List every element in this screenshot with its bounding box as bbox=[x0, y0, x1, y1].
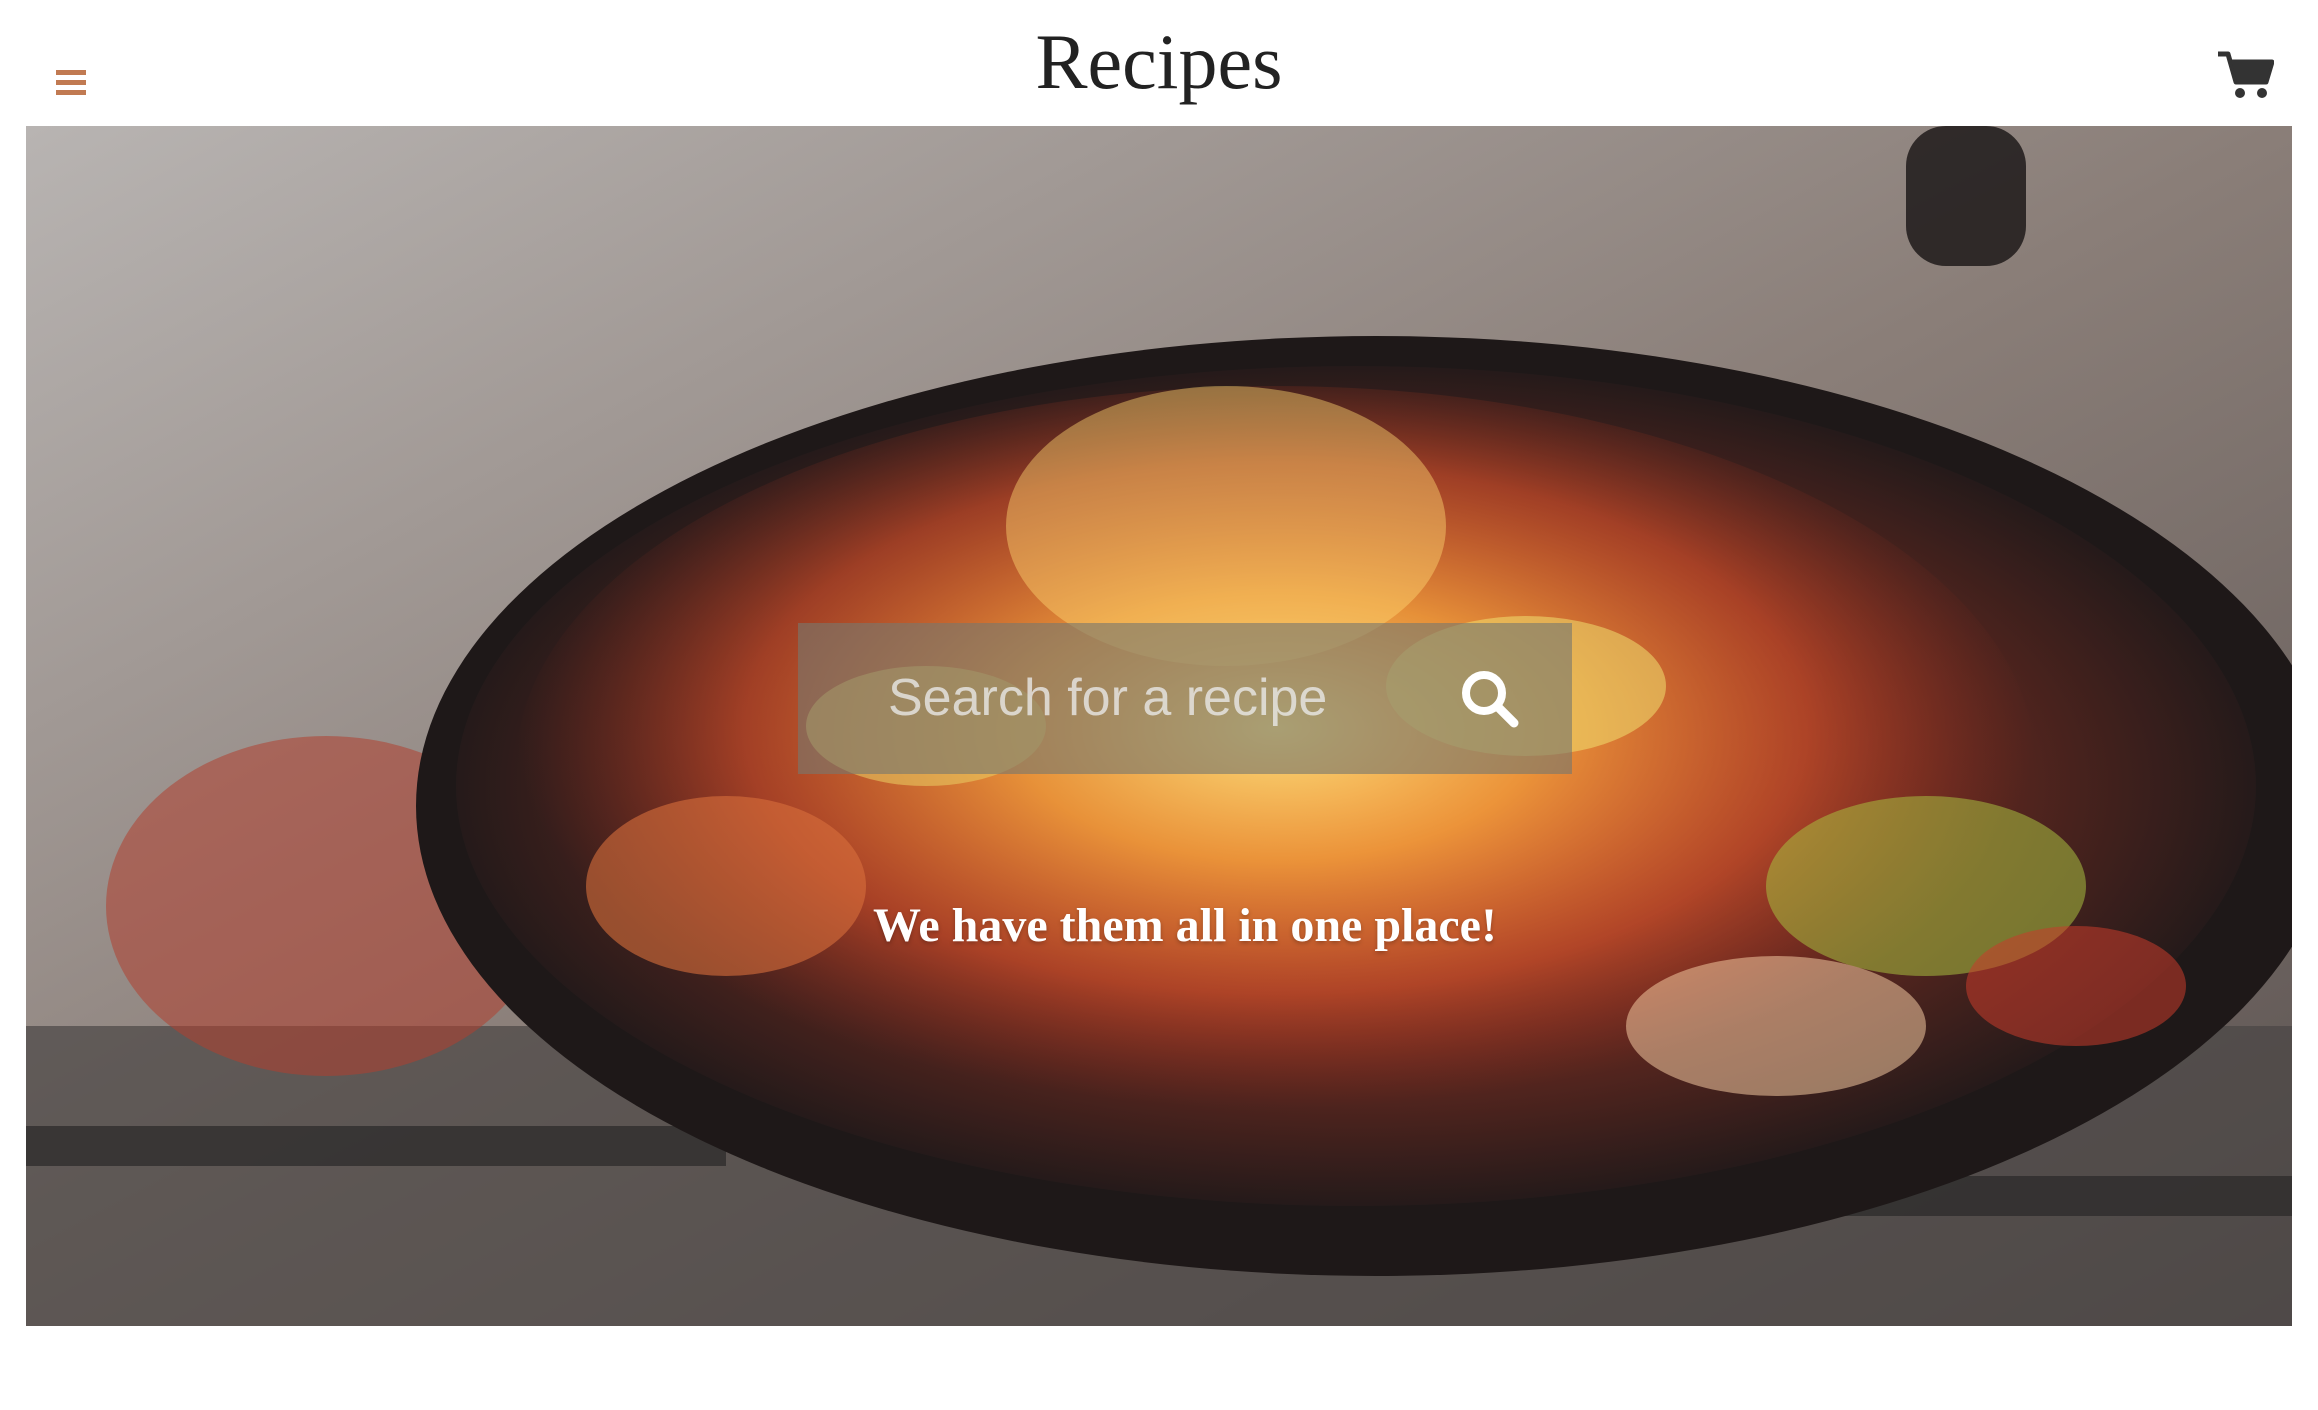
recipe-search-input[interactable] bbox=[888, 663, 1448, 733]
site-header: Recipes bbox=[0, 0, 2318, 126]
search-button[interactable] bbox=[1458, 667, 1522, 731]
recipe-search-bar bbox=[798, 623, 1572, 774]
search-icon bbox=[1462, 671, 1519, 728]
hero-tagline: We have them all in one place! bbox=[873, 899, 1497, 952]
hero-banner: We have them all in one place! bbox=[26, 126, 2292, 1326]
shopping-cart-icon[interactable] bbox=[2216, 50, 2275, 100]
site-title: Recipes bbox=[1035, 18, 1283, 105]
